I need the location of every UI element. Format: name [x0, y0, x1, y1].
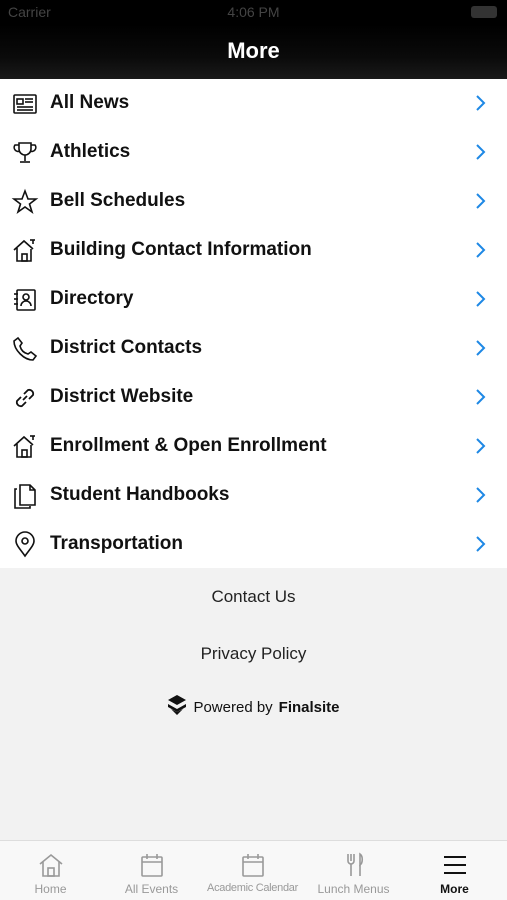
- newspaper-icon: [11, 90, 39, 118]
- footer-area: Contact Us Privacy Policy Powered by Fin…: [0, 568, 507, 840]
- menu-item-label: Bell Schedules: [50, 190, 186, 211]
- star-icon: [11, 188, 39, 216]
- menu-item-label: District Website: [50, 386, 194, 407]
- tab-lunch-menus[interactable]: Lunch Menus: [303, 841, 404, 900]
- phone-icon: [11, 335, 39, 363]
- menu-item-district-website[interactable]: District Website: [0, 373, 507, 422]
- brand-name: Finalsite: [278, 698, 340, 716]
- chevron-right-icon: [473, 485, 487, 505]
- page-title: More: [227, 38, 280, 63]
- tab-label: More: [440, 882, 469, 896]
- house-icon: [11, 237, 39, 265]
- menu-item-transportation[interactable]: Transportation: [0, 520, 507, 569]
- menu-item-label: Building Contact Information: [50, 239, 312, 260]
- tab-academic-calendar[interactable]: Academic Calendar: [202, 841, 303, 900]
- menu-item-label: Transportation: [50, 533, 184, 554]
- navigation-bar: More: [0, 24, 507, 79]
- chevron-right-icon: [473, 93, 487, 113]
- tab-label: Lunch Menus: [317, 882, 390, 896]
- tab-label: Academic Calendar: [207, 882, 298, 894]
- powered-by-label: Powered by: [193, 698, 273, 716]
- chevron-right-icon: [473, 387, 487, 407]
- fork-knife-icon: [347, 852, 364, 876]
- chevron-right-icon: [473, 240, 487, 260]
- menu-item-athletics[interactable]: Athletics: [0, 128, 507, 177]
- menu-item-directory[interactable]: Directory: [0, 275, 507, 324]
- contact-us-link[interactable]: Contact Us: [0, 587, 507, 607]
- privacy-policy-link[interactable]: Privacy Policy: [0, 644, 507, 664]
- link-icon: [11, 384, 39, 412]
- menu-item-all-news[interactable]: All News: [0, 79, 507, 128]
- more-menu-list: All News Athletics Bell Schedules Buildi…: [0, 79, 507, 569]
- menu-item-bell-schedules[interactable]: Bell Schedules: [0, 177, 507, 226]
- chevron-right-icon: [473, 338, 487, 358]
- chevron-right-icon: [473, 534, 487, 554]
- menu-item-label: District Contacts: [50, 337, 203, 358]
- tab-all-events[interactable]: All Events: [101, 841, 202, 900]
- trophy-icon: [11, 139, 39, 167]
- battery-icon: [471, 6, 497, 18]
- chevron-right-icon: [473, 436, 487, 456]
- tab-home[interactable]: Home: [0, 841, 101, 900]
- menu-item-label: Athletics: [50, 141, 131, 162]
- status-bar: Carrier 4:06 PM: [0, 0, 507, 24]
- map-pin-icon: [11, 531, 39, 559]
- tab-more[interactable]: More: [404, 841, 505, 900]
- chevron-right-icon: [473, 191, 487, 211]
- menu-item-district-contacts[interactable]: District Contacts: [0, 324, 507, 373]
- calendar-icon: [242, 854, 264, 877]
- chevron-right-icon: [473, 289, 487, 309]
- house-icon: [11, 433, 39, 461]
- menu-item-label: All News: [50, 92, 130, 113]
- finalsite-logo-icon: [167, 694, 187, 720]
- menu-item-enrollment[interactable]: Enrollment & Open Enrollment: [0, 422, 507, 471]
- powered-by-finalsite[interactable]: Powered by Finalsite: [0, 694, 507, 720]
- menu-item-label: Directory: [50, 288, 134, 309]
- tab-label: All Events: [124, 882, 179, 896]
- home-icon: [39, 853, 63, 877]
- chevron-right-icon: [473, 142, 487, 162]
- status-time: 4:06 PM: [227, 4, 280, 20]
- contact-card-icon: [11, 286, 39, 314]
- menu-item-student-handbooks[interactable]: Student Handbooks: [0, 471, 507, 520]
- menu-item-building-contact-information[interactable]: Building Contact Information: [0, 226, 507, 275]
- tab-label: Home: [34, 882, 67, 896]
- bottom-tab-bar: Home All Events Academic Calendar Lunch …: [0, 840, 507, 900]
- hamburger-menu-icon: [444, 856, 466, 874]
- documents-icon: [11, 482, 39, 510]
- menu-item-label: Student Handbooks: [50, 484, 230, 505]
- calendar-icon: [141, 854, 163, 877]
- menu-item-label: Enrollment & Open Enrollment: [50, 435, 327, 456]
